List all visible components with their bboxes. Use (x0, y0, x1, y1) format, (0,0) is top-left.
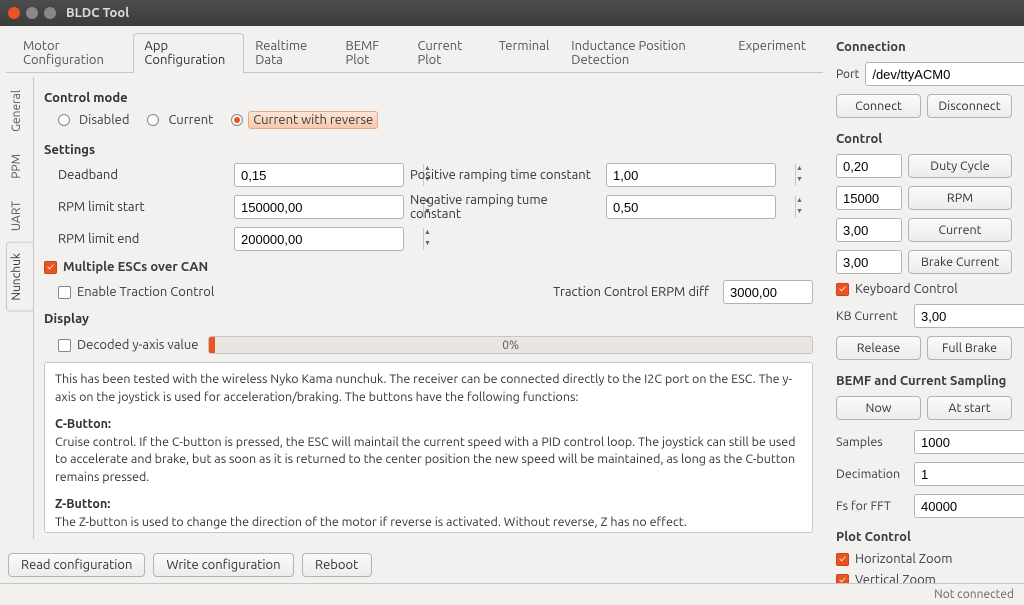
radio-icon (147, 114, 159, 126)
duty-input[interactable]: ▲▼ (836, 154, 902, 178)
vtab-ppm[interactable]: PPM (6, 143, 33, 190)
tab-bemf-plot[interactable]: BEMF Plot (334, 33, 406, 73)
brake-current-button[interactable]: Brake Current (908, 250, 1012, 274)
terpm-input[interactable]: ▲▼ (723, 280, 813, 304)
tab-inductance[interactable]: Inductance Position Detection (560, 33, 727, 73)
radio-disabled[interactable]: Disabled (58, 112, 133, 128)
brake-current-input[interactable]: ▲▼ (836, 250, 902, 274)
tab-terminal[interactable]: Terminal (488, 33, 561, 73)
deadband-input[interactable]: ▲▼ (234, 163, 404, 187)
atstart-button[interactable]: At start (927, 396, 1012, 420)
fs-label: Fs for FFT (836, 499, 908, 513)
rpm-start-label: RPM limit start (58, 200, 228, 214)
port-label: Port (836, 68, 859, 81)
plot-title: Plot Control (836, 530, 1012, 544)
pos-ramp-input[interactable]: ▲▼ (606, 163, 776, 187)
radio-icon (231, 114, 243, 126)
titlebar: BLDC Tool (0, 0, 1024, 26)
main-panel: Control mode Disabled Current Current wi… (34, 77, 823, 539)
chevron-down-icon[interactable]: ▼ (424, 239, 431, 250)
decoded-y-checkbox[interactable]: Decoded y-axis value (58, 338, 198, 352)
traction-control-checkbox[interactable]: Enable Traction Control (58, 285, 214, 299)
tab-app-config[interactable]: App Configuration (133, 33, 244, 73)
vtab-general[interactable]: General (6, 79, 33, 143)
vzoom-checkbox[interactable]: Vertical Zoom (836, 573, 1012, 583)
hzoom-checkbox[interactable]: Horizontal Zoom (836, 552, 1012, 566)
checkbox-icon (836, 553, 849, 566)
rpm-start-input[interactable]: ▲▼ (234, 195, 404, 219)
tab-realtime-data[interactable]: Realtime Data (244, 33, 334, 73)
bemf-title: BEMF and Current Sampling (836, 374, 1012, 388)
chevron-down-icon[interactable]: ▼ (796, 175, 803, 186)
connection-title: Connection (836, 40, 1012, 54)
checkbox-icon (44, 261, 57, 274)
kb-current-input[interactable]: ▲▼ (914, 304, 1024, 328)
statusbar: Not connected (0, 583, 1024, 605)
checkbox-icon (836, 574, 849, 584)
radio-icon (58, 114, 70, 126)
reboot-button[interactable]: Reboot (302, 553, 372, 577)
full-brake-button[interactable]: Full Brake (927, 336, 1012, 360)
decimation-input[interactable]: ▲▼ (914, 462, 1024, 486)
deadband-label: Deadband (58, 168, 228, 182)
terpm-label: Traction Control ERPM diff (553, 285, 709, 299)
chevron-up-icon[interactable]: ▲ (424, 228, 431, 239)
checkbox-icon (58, 339, 71, 352)
side-tabs: General PPM UART Nunchuk (6, 77, 34, 539)
settings-title: Settings (44, 143, 813, 157)
keyboard-control-checkbox[interactable]: Keyboard Control (836, 282, 1012, 296)
tab-experiment[interactable]: Experiment (727, 33, 817, 73)
right-sidebar: Connection Port Connect Disconnect Contr… (829, 26, 1024, 583)
pos-ramp-label: Positive ramping time constant (410, 168, 600, 182)
progress-bar: 0% (208, 336, 813, 354)
neg-ramp-label: Negative ramping tume constant (410, 193, 600, 221)
chevron-up-icon[interactable]: ▲ (796, 196, 803, 207)
fs-input[interactable]: ▲▼ (914, 494, 1024, 518)
maximize-icon[interactable] (44, 7, 56, 19)
neg-ramp-input[interactable]: ▲▼ (606, 195, 776, 219)
samples-input[interactable]: ▲▼ (914, 430, 1024, 454)
rpm-button[interactable]: RPM (908, 186, 1012, 210)
status-text: Not connected (934, 588, 1014, 601)
description-box[interactable]: This has been tested with the wireless N… (44, 362, 813, 533)
connect-button[interactable]: Connect (836, 94, 921, 118)
tab-current-plot[interactable]: Current Plot (406, 33, 487, 73)
current-input[interactable]: ▲▼ (836, 218, 902, 242)
radio-current[interactable]: Current (147, 112, 217, 128)
kb-current-label: KB Current (836, 309, 908, 323)
rpm-end-input[interactable]: ▲▼ (234, 227, 404, 251)
vtab-nunchuk[interactable]: Nunchuk (6, 242, 33, 312)
port-input[interactable] (865, 62, 1024, 86)
chevron-down-icon[interactable]: ▼ (796, 207, 803, 218)
control-title: Control (836, 132, 1012, 146)
radio-current-reverse[interactable]: Current with reverse (231, 111, 378, 129)
write-config-button[interactable]: Write configuration (153, 553, 293, 577)
display-title: Display (44, 312, 813, 326)
multi-escs-checkbox[interactable]: Multiple ESCs over CAN (44, 260, 813, 274)
rpm-end-label: RPM limit end (58, 232, 228, 246)
now-button[interactable]: Now (836, 396, 921, 420)
checkbox-icon (58, 286, 71, 299)
release-button[interactable]: Release (836, 336, 921, 360)
samples-label: Samples (836, 435, 908, 449)
disconnect-button[interactable]: Disconnect (927, 94, 1012, 118)
tab-motor-config[interactable]: Motor Configuration (12, 33, 133, 73)
checkbox-icon (836, 283, 849, 296)
duty-cycle-button[interactable]: Duty Cycle (908, 154, 1012, 178)
read-config-button[interactable]: Read configuration (8, 553, 145, 577)
chevron-up-icon[interactable]: ▲ (796, 164, 803, 175)
current-button[interactable]: Current (908, 218, 1012, 242)
rpm-input[interactable]: ▲▼ (836, 186, 902, 210)
close-icon[interactable] (8, 7, 20, 19)
decimation-label: Decimation (836, 467, 908, 481)
top-tabs: Motor Configuration App Configuration Re… (6, 26, 823, 73)
control-mode-title: Control mode (44, 91, 813, 105)
minimize-icon[interactable] (26, 7, 38, 19)
vtab-uart[interactable]: UART (6, 190, 33, 242)
window-title: BLDC Tool (66, 6, 129, 20)
